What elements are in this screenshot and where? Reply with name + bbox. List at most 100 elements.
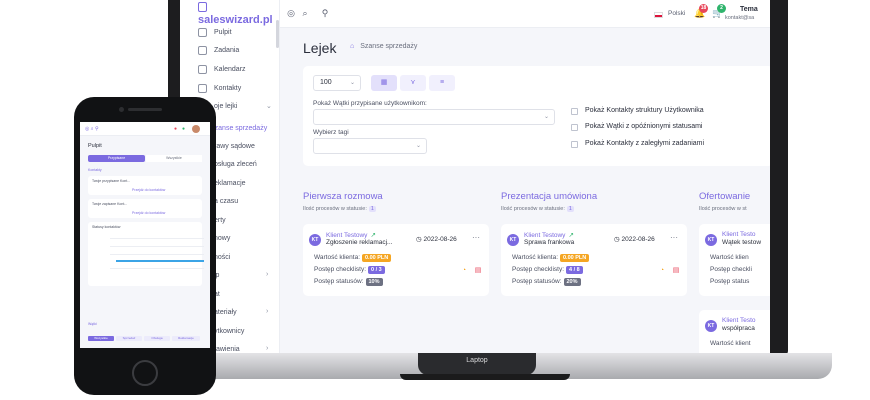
chevron-right-icon: › xyxy=(266,271,269,278)
client-link[interactable]: Klient Testo xyxy=(722,317,755,324)
client-link[interactable]: Klient Testo xyxy=(722,231,755,238)
add-user-icon[interactable]: ⚲ xyxy=(320,8,330,18)
checklist-row: Postęp checklisty: 0 / 3 xyxy=(314,266,385,274)
column-count: Ilość procesów w statusie: 1 xyxy=(303,206,376,212)
search-icon[interactable]: ⌕ xyxy=(300,8,310,18)
checklist-pill: 4 / 8 xyxy=(566,266,583,274)
sidebar-subitem-sprawy[interactable]: rawy sądowe xyxy=(214,138,255,154)
phone-device: ◎ ⌕ ⚲ ● ● Pulpit Przypisane Wszystkie Ko… xyxy=(74,97,216,395)
overdue-tasks-checkbox[interactable] xyxy=(571,141,578,148)
breadcrumb: ⌂ Szanse sprzedaży xyxy=(350,43,417,50)
sidebar-subitem-label: Szanse sprzedaży xyxy=(210,124,268,132)
status-pill: 20% xyxy=(563,278,581,286)
logo[interactable]: saleswizard.pl xyxy=(198,2,279,26)
column-count-label: Ilość procesów w statusie: xyxy=(303,206,367,212)
funnel-view-button[interactable]: ⋎ xyxy=(400,75,426,91)
deal-card[interactable]: KT Klient Testowy ↗ Zgłoszenie reklamacj.… xyxy=(303,224,489,296)
bell-icon[interactable]: ● xyxy=(174,126,177,132)
user-name[interactable]: Tema xyxy=(740,6,758,13)
deal-card[interactable]: KT Klient Testo Wątek testow Wartość kli… xyxy=(699,224,770,296)
calendar-icon xyxy=(198,64,207,74)
sidebar-item-kalendarz[interactable]: Kalendarz xyxy=(198,61,246,77)
tags-select[interactable]: ⌄ xyxy=(313,138,427,154)
sidebar-item-kontakty[interactable]: Kontakty xyxy=(198,80,241,96)
sidebar-subitem-szanse[interactable]: Szanse sprzedaży xyxy=(210,120,267,136)
logo-icon xyxy=(198,2,207,12)
deal-date: ◷ 2022-08-26 xyxy=(614,235,655,243)
delayed-threads-checkbox[interactable] xyxy=(571,124,578,131)
chip-service[interactable]: Obsługa xyxy=(144,336,170,341)
chevron-down-icon: ⌄ xyxy=(266,103,272,110)
checklist-row: Postęp checkli xyxy=(710,266,752,273)
sidebar-subitem-czas[interactable]: a czasu xyxy=(214,193,238,209)
list-view-button[interactable]: ≡ xyxy=(429,75,455,91)
external-link-icon[interactable]: ↗ xyxy=(370,232,375,239)
chip-sales[interactable]: Sprzedaż xyxy=(116,336,142,341)
tab-all[interactable]: Wszystkie xyxy=(146,155,202,162)
laptop-bezel: saleswizard.pl Pulpit Zadania Kalendarz … xyxy=(168,0,788,355)
more-icon[interactable]: ··· xyxy=(670,233,678,242)
sidebar-subitem-zlecenia[interactable]: bsługa zleceń xyxy=(214,156,257,172)
language-selector[interactable]: Polski xyxy=(668,10,685,17)
threads-user-select[interactable]: ⌄ xyxy=(313,109,555,125)
sidebar-subitem-uzytkownicy[interactable]: ytkownicy xyxy=(214,323,244,339)
column-count: Ilość procesów w statusie: 1 xyxy=(501,206,574,212)
sidebar-subitem-materialy[interactable]: ateriały xyxy=(214,304,237,320)
delete-icon[interactable]: ▤ xyxy=(474,267,482,275)
checklist-row: Postęp checklisty: 4 / 8 xyxy=(512,266,583,274)
assigned-contacts-card[interactable]: Twoje przypisane Kont... Przejdź do kont… xyxy=(88,176,202,195)
row-label: Postęp statusów: xyxy=(512,278,562,285)
status-pill: 10% xyxy=(365,278,383,286)
tab-assigned[interactable]: Przypisane xyxy=(88,155,145,162)
sidebar-item-label: Kalendarz xyxy=(214,65,246,73)
row-label: Postęp checklisty: xyxy=(512,266,565,273)
chevron-down-icon: ⌄ xyxy=(543,114,549,120)
home-icon[interactable]: ⌂ xyxy=(350,43,354,50)
sidebar-subitem-umowy[interactable]: nowy xyxy=(214,230,230,246)
contacts-icon xyxy=(198,83,207,93)
cart-icon[interactable]: ● xyxy=(182,126,185,132)
more-icon[interactable]: ··· xyxy=(472,233,480,242)
target-icon[interactable]: ◎ xyxy=(286,8,296,18)
avatar: KT xyxy=(507,234,519,246)
contacts-link[interactable]: Przejdź do kontaktów xyxy=(132,211,165,215)
client-link[interactable]: Klient Testowy ↗ xyxy=(524,231,574,239)
chip-complaints[interactable]: Reklamacje xyxy=(172,336,200,341)
notifications-badge: 18 xyxy=(699,4,708,13)
deal-card[interactable]: KT Klient Testowy ↗ Sprawa frankowa ◷ 202… xyxy=(501,224,687,296)
avatar[interactable] xyxy=(192,125,200,133)
sidebar-subitem-platnosci[interactable]: ności xyxy=(214,249,230,265)
chip-all[interactable]: Wszystkie xyxy=(88,336,114,341)
avatar: KT xyxy=(705,320,717,332)
home-icon xyxy=(198,27,207,37)
per-page-select[interactable]: 100 ⌄ xyxy=(313,75,361,91)
contacts-link[interactable]: Przejdź do kontaktów xyxy=(132,188,165,192)
saved-contacts-card[interactable]: Twoje zapisane Kont... Przejdź do kontak… xyxy=(88,199,202,218)
deal-card[interactable]: KT Klient Testo współpraca Wartość klien… xyxy=(699,310,770,353)
sidebar-item-pulpit[interactable]: Pulpit xyxy=(198,24,232,40)
list-icon xyxy=(198,45,207,55)
structure-contacts-checkbox[interactable] xyxy=(571,108,578,115)
target-icon[interactable]: ◎ ⌕ ⚲ xyxy=(85,126,99,132)
row-label: Wartość klienta: xyxy=(314,254,360,261)
sidebar-subitem-ustawienia[interactable]: tawienia xyxy=(214,341,240,353)
column-count: Ilość procesów w st xyxy=(699,206,747,212)
column-count-badge: 1 xyxy=(368,206,376,212)
timer-icon[interactable]: ◔ xyxy=(658,267,666,275)
grid-view-button[interactable]: ▦ xyxy=(371,75,397,91)
laptop-device: saleswizard.pl Pulpit Zadania Kalendarz … xyxy=(160,0,840,390)
chevron-down-icon: ⌄ xyxy=(349,80,355,86)
phone-home-button[interactable] xyxy=(132,360,158,386)
external-link-icon[interactable]: ↗ xyxy=(568,232,573,239)
client-link[interactable]: Klient Testowy ↗ xyxy=(326,231,376,239)
delete-icon[interactable]: ▤ xyxy=(672,267,680,275)
chevron-down-icon: ⌄ xyxy=(415,143,421,149)
sidebar-item-zadania[interactable]: Zadania xyxy=(198,42,239,58)
client-name: Klient Testowy xyxy=(326,232,368,239)
timer-icon[interactable]: ◔ xyxy=(460,267,468,275)
sidebar-subitem-reklamacje[interactable]: eklamacje xyxy=(214,175,246,191)
chart-gridline xyxy=(110,246,204,247)
sidebar-scrollbar[interactable] xyxy=(276,20,279,48)
breadcrumb-item[interactable]: Szanse sprzedaży xyxy=(360,43,417,50)
deal-topic: Wątek testow xyxy=(722,239,762,246)
